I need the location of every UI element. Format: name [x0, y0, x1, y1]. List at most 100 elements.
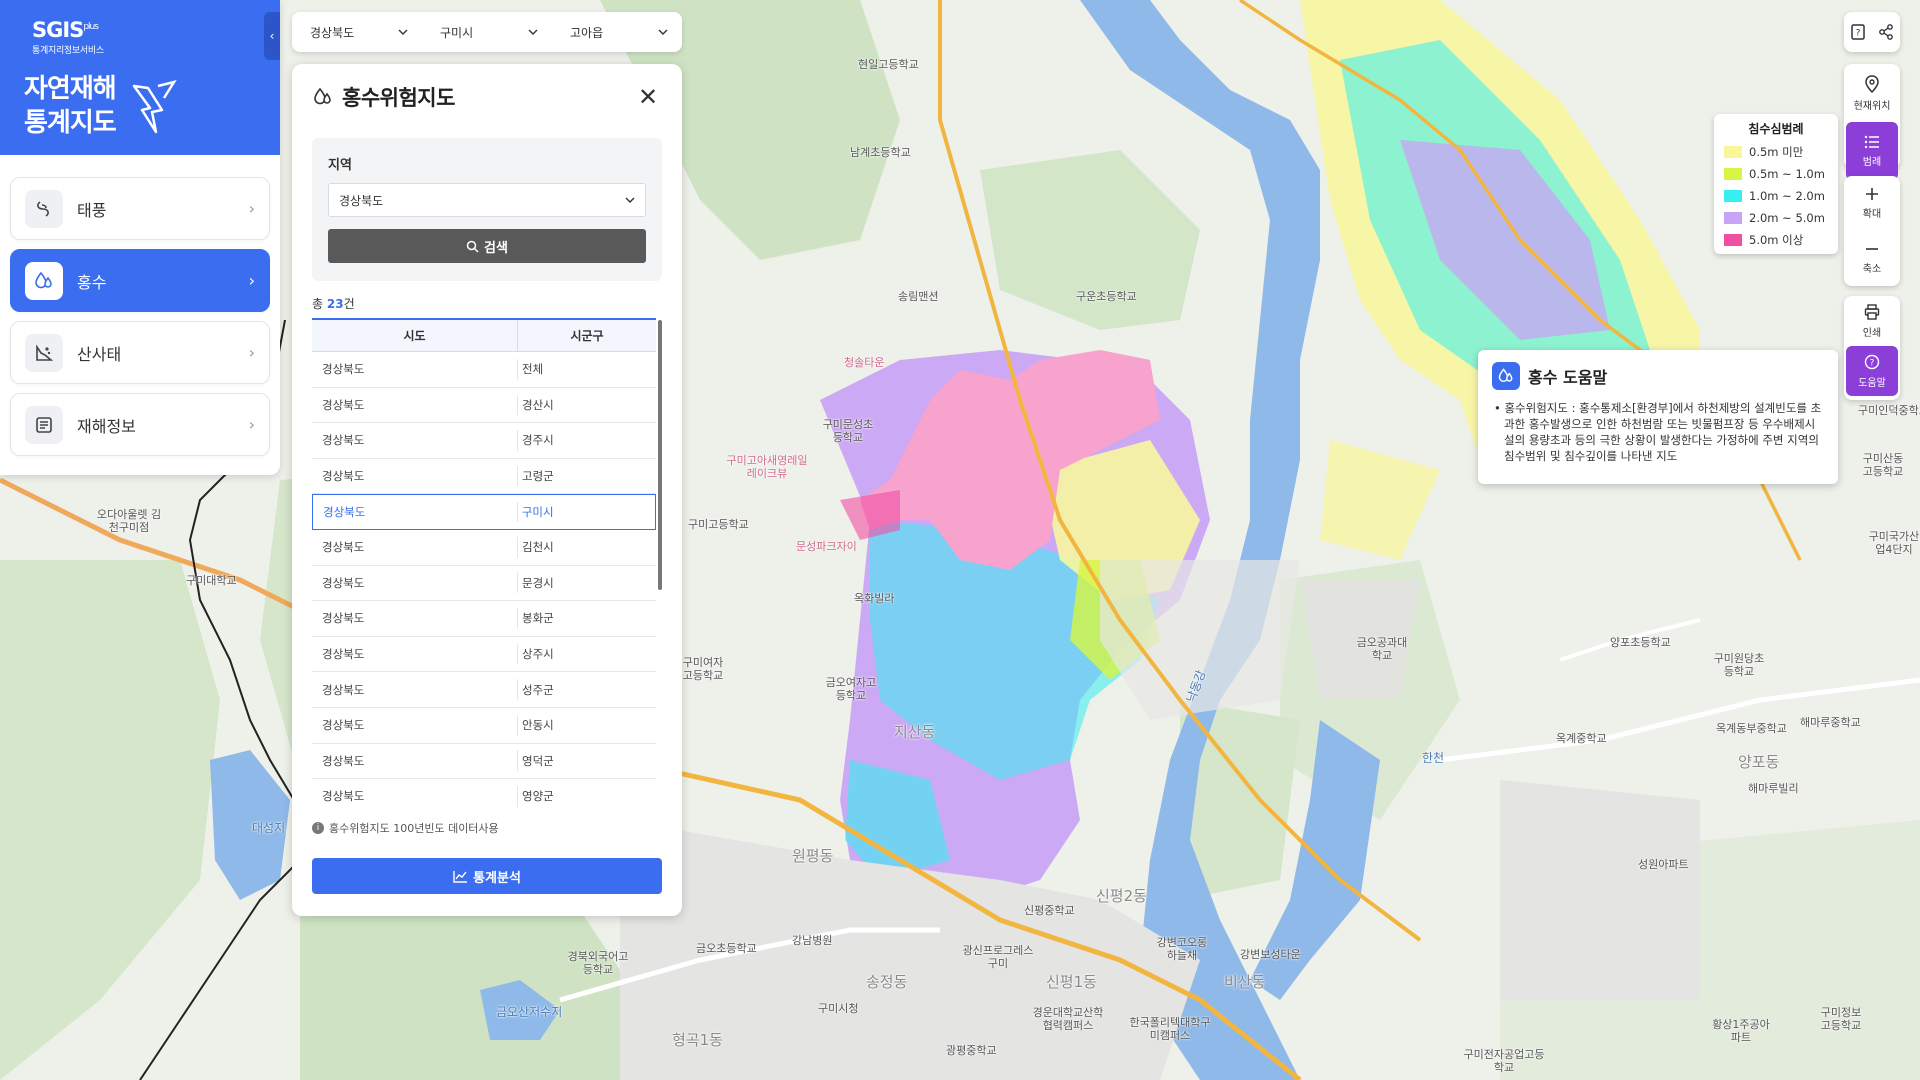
- table-row[interactable]: 경상북도 안동시: [312, 708, 656, 744]
- map-label: 경운대학교산학협력캠퍼스: [1032, 1006, 1104, 1032]
- table-row[interactable]: 경상북도 영양군: [312, 779, 656, 808]
- flood-help-popup: 홍수 도움말 • 홍수위험지도 : 홍수통제소[환경부]에서 하천제방의 설계빈…: [1478, 350, 1838, 484]
- help-book-icon[interactable]: ?: [1849, 23, 1867, 41]
- chart-icon: [453, 870, 468, 883]
- service-title: 자연재해 통계지도: [24, 74, 117, 138]
- region-table: 시도 시군구 경상북도 전체 경상북도 경산시 경상북도 경주시 경상북도 고령군 경상북도 구미…: [312, 318, 662, 808]
- table-row[interactable]: 경상북도 영덕군: [312, 744, 656, 780]
- table-scrollbar[interactable]: [658, 320, 662, 590]
- printer-icon: [1864, 303, 1880, 320]
- menu-item-label: 홍수: [77, 272, 107, 292]
- close-icon[interactable]: ✕: [634, 83, 662, 111]
- cell-sido: 경상북도: [312, 679, 518, 701]
- table-row[interactable]: 경상북도 김천시: [312, 530, 656, 566]
- menu-item-label: 재해정보: [77, 416, 136, 436]
- zoom-in-button[interactable]: 확대: [1844, 176, 1900, 231]
- help-button[interactable]: ? 도움말: [1846, 346, 1898, 396]
- flood-depth-legend: 침수심범례 0.5m 미만 0.5m ~ 1.0m 1.0m ~ 2.0m 2.0m …: [1714, 114, 1838, 254]
- chevron-down-icon: [528, 29, 538, 35]
- cell-sigungu: 봉화군: [522, 611, 554, 626]
- lightning-mark-icon: [132, 80, 177, 134]
- legend-item: 1.0m ~ 2.0m: [1724, 185, 1828, 207]
- legend-item: 2.0m ~ 5.0m: [1724, 207, 1828, 229]
- cell-sigungu: 영양군: [522, 789, 554, 804]
- map-label: 신평중학교: [1024, 904, 1075, 917]
- sgis-logo[interactable]: SGISplus: [32, 18, 280, 42]
- cell-sido: 경상북도: [312, 786, 518, 807]
- share-icon[interactable]: [1877, 23, 1895, 41]
- map-label: 성원아파트: [1638, 858, 1689, 871]
- flood-risk-panel: 홍수위험지도 ✕ 지역 경상북도 검색 총 23건 시도 시군구 경상북도 전체 경…: [292, 64, 682, 916]
- data-note-text: 홍수위험지도 100년빈도 데이터사용: [329, 822, 499, 835]
- column-header-sido[interactable]: 시도: [312, 320, 518, 351]
- current-location-button[interactable]: 현재위치: [1844, 64, 1900, 122]
- menu-item-flood[interactable]: 홍수 ›: [10, 249, 270, 312]
- dong-select[interactable]: 고아읍: [552, 12, 682, 52]
- dong-select-value: 고아읍: [570, 25, 604, 40]
- print-button[interactable]: 인쇄: [1844, 296, 1900, 346]
- menu-item-landslide[interactable]: 산사태 ›: [10, 321, 270, 384]
- location-legend-tools: 현재위치 범례: [1844, 64, 1900, 180]
- map-label: 양포초등학교: [1610, 636, 1671, 649]
- map-label: 구미원당초등학교: [1713, 652, 1765, 678]
- cell-sigungu: 성주군: [522, 682, 554, 697]
- legend-item: 0.5m ~ 1.0m: [1724, 163, 1828, 185]
- map-label: 송정동: [866, 973, 908, 991]
- table-row[interactable]: 경상북도 경산시: [312, 388, 656, 424]
- region-select-value: 경상북도: [339, 193, 384, 208]
- table-row[interactable]: 경상북도 구미시: [312, 494, 656, 530]
- cell-sido: 경상북도: [312, 465, 518, 487]
- table-row[interactable]: 경상북도 상주시: [312, 637, 656, 673]
- menu-item-typhoon[interactable]: 태풍 ›: [10, 177, 270, 240]
- table-header: 시도 시군구: [312, 318, 656, 352]
- legend-label: 2.0m ~ 5.0m: [1749, 211, 1825, 225]
- panel-title: 홍수위험지도: [342, 86, 455, 110]
- map-label: 경북외국어고등학교: [567, 950, 629, 976]
- table-row[interactable]: 경상북도 성주군: [312, 672, 656, 708]
- map-label: 구미대학교: [186, 574, 237, 587]
- region-select-bar: 경상북도 구미시 고아읍: [292, 12, 682, 52]
- map-label: 금오초등학교: [696, 942, 757, 955]
- map-label: 구미고아새영레일레이크뷰: [726, 454, 808, 480]
- region-select[interactable]: 경상북도: [328, 183, 646, 217]
- result-count: 총 23건: [312, 297, 355, 311]
- chevron-down-icon: [625, 197, 635, 203]
- statistics-analysis-button[interactable]: 통계분석: [312, 858, 662, 894]
- table-row[interactable]: 경상북도 전체: [312, 352, 656, 388]
- table-row[interactable]: 경상북도 고령군: [312, 459, 656, 495]
- cell-sido: 경상북도: [312, 430, 518, 451]
- column-header-sigungu[interactable]: 시군구: [518, 320, 656, 351]
- map-label: 구미여자고등학교: [682, 656, 724, 682]
- menu-item-disaster-info[interactable]: 재해정보 ›: [10, 393, 270, 456]
- map-label: 구미시청: [818, 1002, 859, 1015]
- table-row[interactable]: 경상북도 문경시: [312, 566, 656, 602]
- chevron-down-icon: [658, 29, 668, 35]
- chevron-right-icon: ›: [248, 343, 255, 362]
- table-row[interactable]: 경상북도 봉화군: [312, 601, 656, 637]
- region-label: 지역: [328, 158, 352, 173]
- flood-map[interactable]: 현일고등학교 남계초등학교 송림맨션 구운초등학교 청솔타운 구미문성초등학교 …: [0, 0, 1920, 1080]
- landslide-icon: [25, 333, 63, 372]
- map-label: 남계초등학교: [850, 146, 911, 159]
- search-button[interactable]: 검색: [328, 229, 646, 263]
- zoom-out-button[interactable]: 축소: [1844, 231, 1900, 286]
- cell-sido: 경상북도: [312, 750, 518, 772]
- svg-text:?: ?: [1856, 29, 1861, 39]
- cell-sigungu: 영덕군: [522, 753, 554, 768]
- cell-sigungu: 안동시: [522, 718, 554, 733]
- map-label: 형곡1동: [672, 1031, 723, 1049]
- map-label: 구미국가산업4단지: [1868, 530, 1920, 556]
- collapse-sidebar-button[interactable]: ‹: [264, 12, 280, 60]
- disaster-info-icon: [25, 405, 63, 444]
- legend-items: 0.5m 미만 0.5m ~ 1.0m 1.0m ~ 2.0m 2.0m ~ 5.0m…: [1724, 141, 1828, 251]
- legend-button[interactable]: 범례: [1846, 122, 1898, 180]
- table-row[interactable]: 경상북도 경주시: [312, 423, 656, 459]
- legend-swatch: [1724, 190, 1742, 202]
- sido-select[interactable]: 경상북도: [292, 12, 422, 52]
- region-search-box: 지역 경상북도 검색: [312, 138, 662, 281]
- statistics-analysis-label: 통계분석: [473, 870, 521, 886]
- cell-sigungu: 전체: [522, 362, 544, 377]
- sigungu-select[interactable]: 구미시: [422, 12, 552, 52]
- cell-sido: 경상북도: [312, 394, 518, 416]
- help-header: 홍수 도움말: [1492, 362, 1824, 390]
